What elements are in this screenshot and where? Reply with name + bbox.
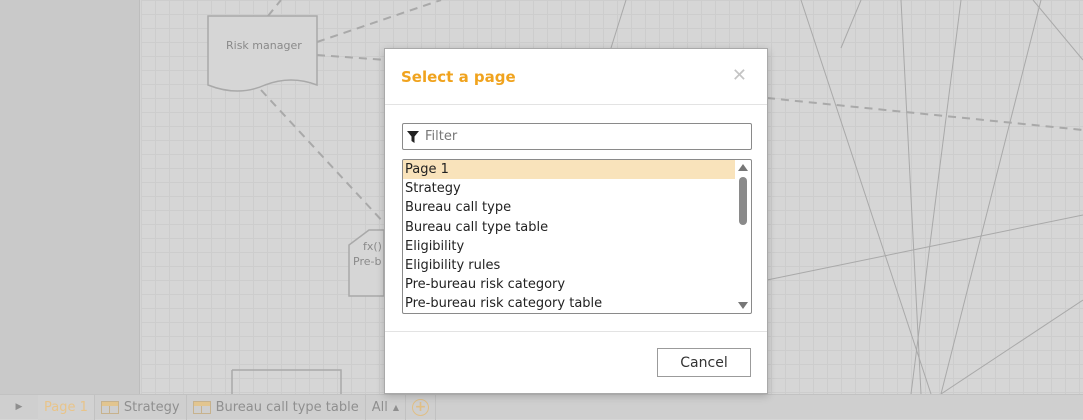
- table-icon: [100, 400, 119, 414]
- tab-page-1[interactable]: Page 1: [38, 394, 95, 420]
- page-list-item[interactable]: Bureau call type table: [403, 218, 735, 237]
- page-list-item[interactable]: Eligibility rules: [403, 256, 735, 275]
- all-pages-button[interactable]: All ▲: [366, 394, 406, 420]
- page-list-item[interactable]: Pre-bureau risk category table: [403, 294, 735, 313]
- shape-label-fx: fx(): [363, 240, 382, 253]
- close-icon[interactable]: ✕: [732, 65, 747, 86]
- tab-label: Bureau call type table: [215, 399, 359, 415]
- tab-bureau-call-type-table[interactable]: Bureau call type table: [187, 394, 366, 420]
- filter-icon: [407, 130, 419, 143]
- table-icon: [192, 400, 211, 414]
- caret-up-icon: ▲: [392, 402, 399, 412]
- page-list-item[interactable]: Bureau call type: [403, 198, 735, 217]
- scrollbar-thumb[interactable]: [739, 177, 747, 225]
- caret-right-icon: ▶: [15, 402, 23, 412]
- tab-label: Page 1: [44, 399, 88, 415]
- page-list[interactable]: Page 1 Strategy Bureau call type Bureau cal…: [402, 159, 752, 314]
- filter-input[interactable]: [425, 129, 725, 144]
- all-label: All: [371, 399, 388, 415]
- scroll-tabs-right-button[interactable]: ▶: [0, 395, 38, 420]
- page-list-item[interactable]: Page 1: [403, 160, 735, 180]
- shape-label-pre-bureau: Pre-b: [353, 255, 382, 268]
- page-list-item[interactable]: Strategy: [403, 179, 735, 198]
- cancel-button[interactable]: Cancel: [657, 348, 751, 377]
- left-panel: [0, 0, 140, 394]
- scroll-down-icon[interactable]: [738, 302, 748, 309]
- select-page-dialog: Select a page ✕ Page 1StrategyBureau cal…: [384, 48, 768, 394]
- shape-label-risk-manager: Risk manager: [226, 39, 302, 52]
- tab-label: Strategy: [123, 399, 180, 415]
- dialog-title: Select a page: [401, 68, 516, 86]
- page-list-item[interactable]: Eligibility: [403, 237, 735, 256]
- filter-field[interactable]: [402, 123, 752, 150]
- list-scrollbar[interactable]: [735, 160, 751, 313]
- plus-circle-icon: +: [411, 398, 429, 416]
- add-page-button[interactable]: +: [406, 394, 436, 420]
- page-list-item[interactable]: Pre-bureau risk category: [403, 275, 735, 294]
- tab-strategy[interactable]: Strategy: [95, 394, 187, 420]
- scroll-up-icon[interactable]: [738, 164, 748, 171]
- page-tabs-bar: ▶ Page 1 Strategy Bureau call type table…: [0, 394, 1083, 420]
